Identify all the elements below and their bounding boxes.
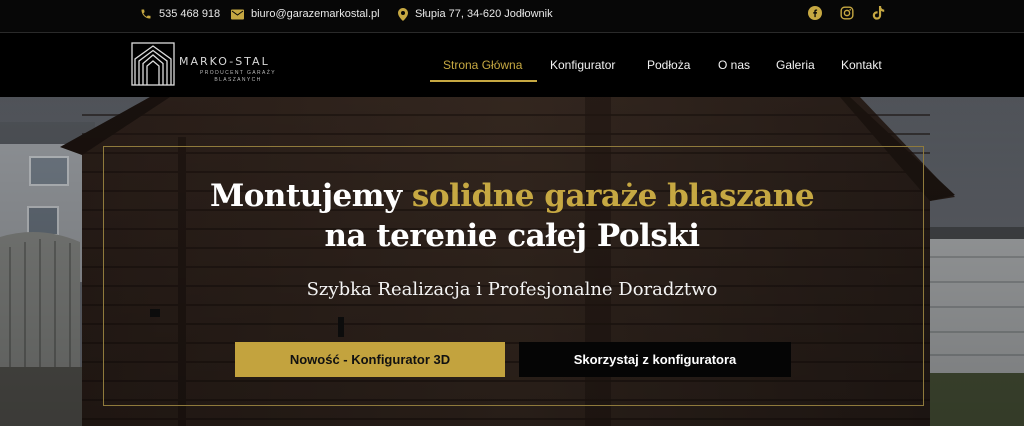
phone-icon (140, 8, 152, 20)
nav-gallery[interactable]: Galeria (776, 58, 815, 78)
phone-number: 535 468 918 (159, 8, 221, 20)
email-contact[interactable]: biuro@garazemarkostal.pl (231, 0, 380, 28)
hero-subheadline: Szybka Realizacja i Profesjonalne Doradz… (306, 279, 718, 300)
nav-about[interactable]: O nas (718, 58, 750, 78)
main-navbar: MARKO-STAL PRODUCENT GARAŻY BLASZANYCH S… (0, 34, 1024, 97)
headline-gold-part: solidne garaże blaszane (411, 178, 815, 214)
map-pin-icon (398, 7, 408, 21)
facebook-icon[interactable] (807, 5, 823, 21)
tiktok-icon[interactable] (870, 5, 886, 21)
nav-configurator[interactable]: Konfigurator (550, 58, 615, 78)
configurator-3d-button[interactable]: Nowość - Konfigurator 3D (235, 342, 505, 377)
hero-section: Montujemy solidne garaże blaszane na ter… (0, 97, 1024, 426)
phone-contact[interactable]: 535 468 918 (140, 0, 220, 28)
envelope-icon (231, 9, 244, 20)
active-nav-indicator (430, 80, 537, 82)
headline-second-line: na terenie całej Polski (324, 218, 700, 254)
headline-white-part: Montujemy (209, 178, 402, 214)
hero-headline: Montujemy solidne garaże blaszane na ter… (0, 176, 1024, 256)
house-logo-icon (131, 42, 175, 86)
email-address: biuro@garazemarkostal.pl (251, 8, 380, 20)
address-text: Słupia 77, 34-620 Jodłownik (415, 8, 553, 20)
use-configurator-button[interactable]: Skorzystaj z konfiguratora (519, 342, 791, 377)
nav-foundations[interactable]: Podłoża (647, 58, 690, 78)
nav-home[interactable]: Strona Główna (443, 58, 522, 78)
brand-logo[interactable]: MARKO-STAL PRODUCENT GARAŻY BLASZANYCH (131, 42, 301, 88)
brand-tagline: PRODUCENT GARAŻY BLASZANYCH (200, 70, 276, 83)
brand-name: MARKO-STAL (179, 55, 270, 68)
address-contact: Słupia 77, 34-620 Jodłownik (398, 0, 553, 28)
top-contact-bar: 535 468 918 biuro@garazemarkostal.pl Słu… (0, 0, 1024, 33)
nav-contact[interactable]: Kontakt (841, 58, 882, 78)
instagram-icon[interactable] (839, 5, 855, 21)
